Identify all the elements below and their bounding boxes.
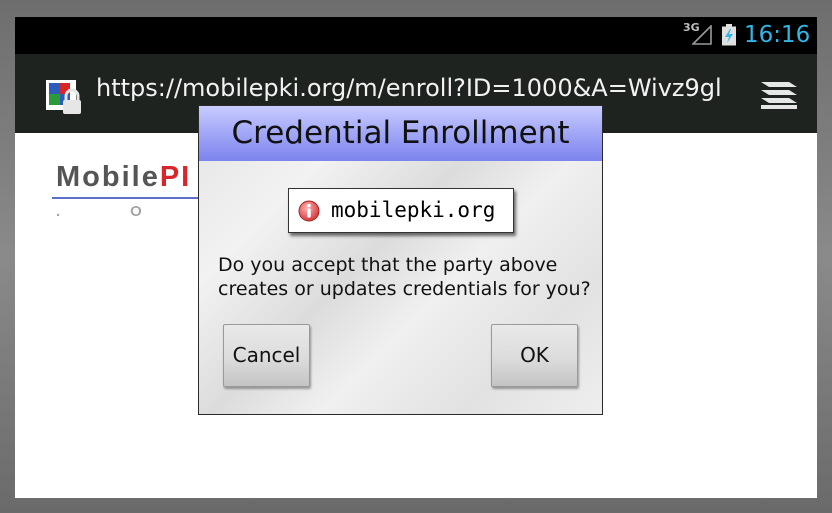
dialog-title: Credential Enrollment [199, 106, 602, 161]
secure-site-icon[interactable] [46, 80, 84, 118]
status-bar: 3G 16:16 [15, 17, 817, 54]
cancel-button[interactable]: Cancel [223, 324, 310, 387]
url-field[interactable]: https://mobilepki.org/m/enroll?ID=1000&A… [96, 74, 722, 102]
device-frame: 3G 16:16 https://mobilepki.org/m/enroll?… [0, 0, 832, 513]
origin-domain: mobilepki.org [331, 198, 496, 222]
ok-button[interactable]: OK [491, 324, 578, 387]
logo-main-text: Mobile [56, 161, 160, 193]
credential-enrollment-dialog: Credential Enrollment mobilepki.org Do y… [198, 105, 603, 415]
tabs-menu-icon[interactable] [761, 80, 799, 110]
clock: 16:16 [744, 22, 811, 48]
logo-accent-text: PI [159, 161, 192, 193]
signal-icon [692, 25, 712, 45]
battery-charging-icon [722, 24, 736, 46]
origin-indicator: mobilepki.org [288, 188, 514, 233]
enrollment-question: Do you accept that the party above creat… [218, 254, 591, 300]
info-icon [298, 200, 320, 222]
site-logo: MobilePI [56, 161, 191, 194]
